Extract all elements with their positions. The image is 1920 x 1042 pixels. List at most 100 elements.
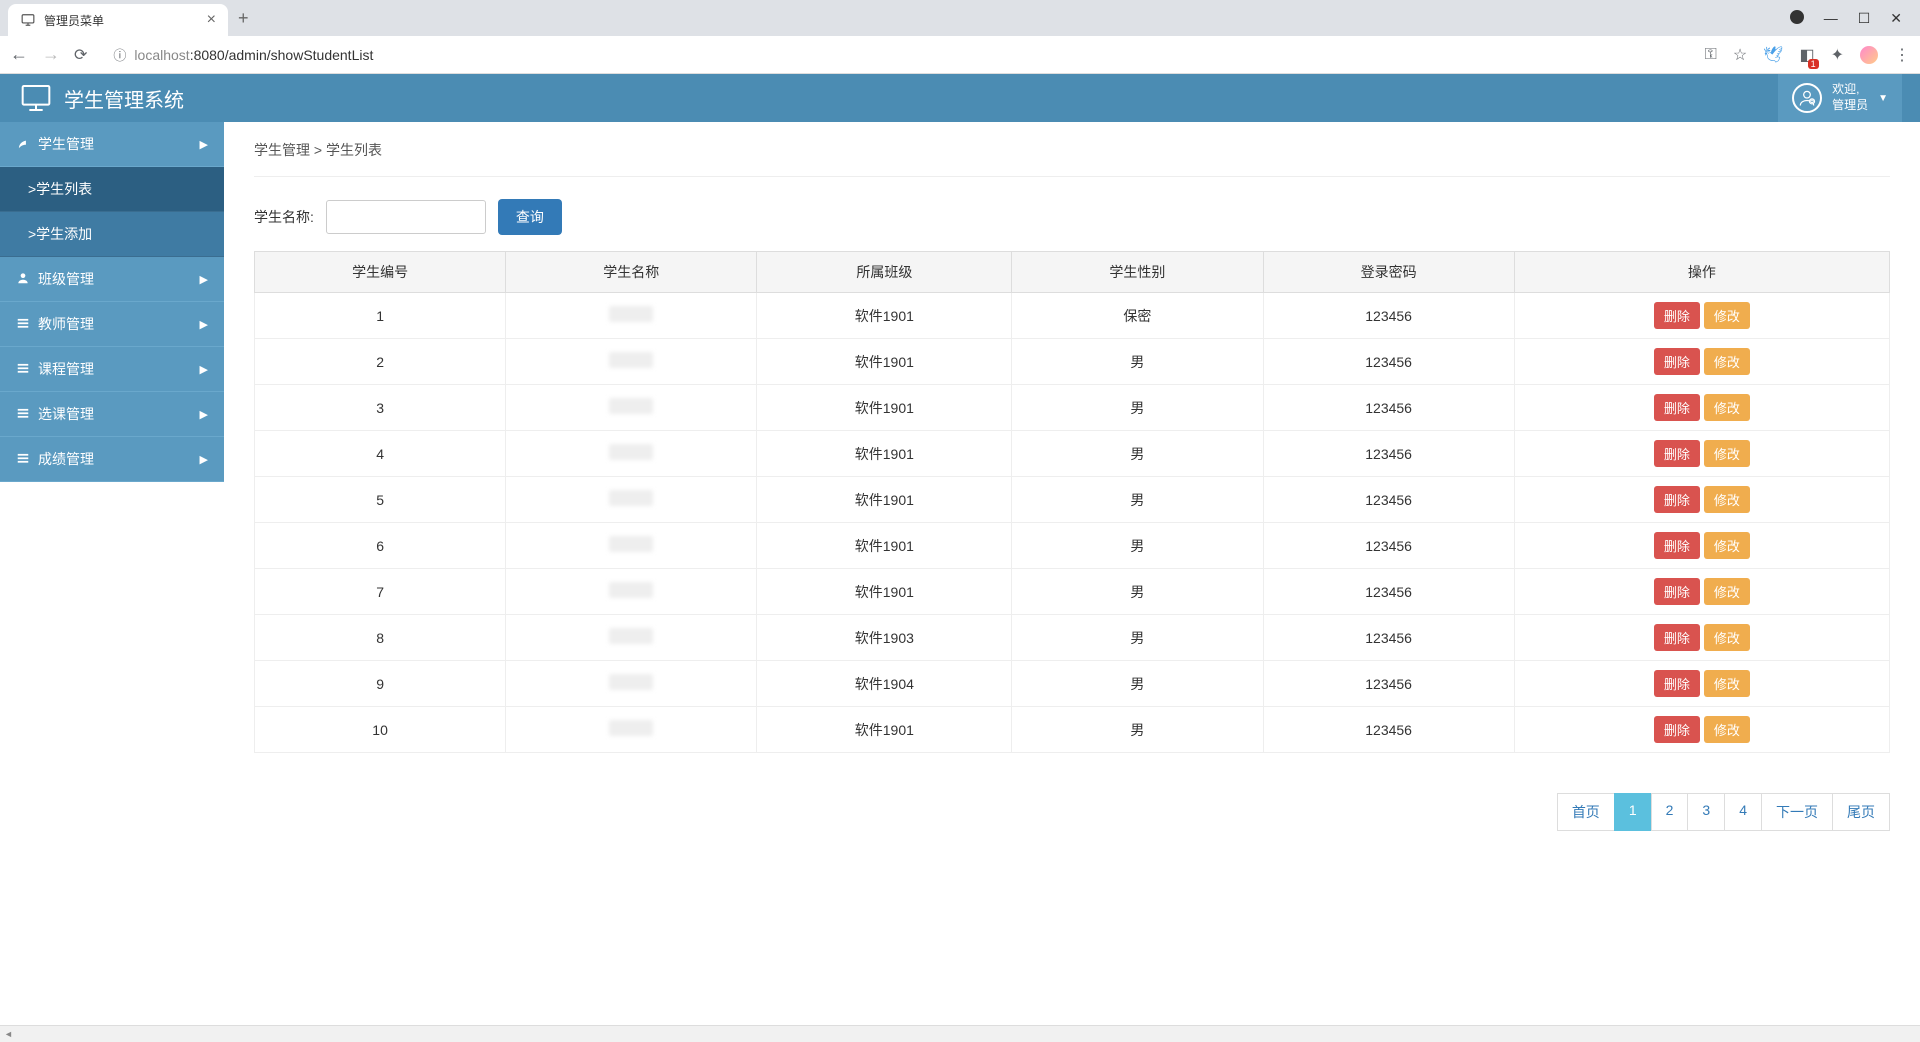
- cell-ops: 删除修改: [1514, 431, 1889, 477]
- delete-button[interactable]: 删除: [1654, 302, 1700, 329]
- edit-button[interactable]: 修改: [1704, 440, 1750, 467]
- cell-name: [506, 431, 757, 477]
- page-2[interactable]: 2: [1651, 793, 1689, 831]
- bird-ext-icon[interactable]: 🕊: [1763, 45, 1783, 65]
- search-button[interactable]: 查询: [498, 199, 562, 235]
- cell-id: 6: [255, 523, 506, 569]
- delete-button[interactable]: 删除: [1654, 486, 1700, 513]
- sidebar-group-label: 选课管理: [38, 404, 94, 424]
- cell-ops: 删除修改: [1514, 569, 1889, 615]
- url-bar[interactable]: ⓘ localhost:8080/admin/showStudentList: [101, 41, 1690, 69]
- edit-button[interactable]: 修改: [1704, 670, 1750, 697]
- delete-button[interactable]: 删除: [1654, 348, 1700, 375]
- sidebar-group-label: 课程管理: [38, 359, 94, 379]
- cell-ops: 删除修改: [1514, 523, 1889, 569]
- forward-button[interactable]: →: [42, 44, 60, 65]
- cell-gender: 保密: [1012, 293, 1263, 339]
- sidebar-group-1[interactable]: 班级管理▶: [0, 257, 224, 302]
- browser-tab[interactable]: 管理员菜单 ×: [8, 4, 228, 36]
- chevron-right-icon: ▶: [200, 138, 208, 151]
- cell-ops: 删除修改: [1514, 661, 1889, 707]
- sidebar: 学生管理▶>学生列表>学生添加班级管理▶教师管理▶课程管理▶选课管理▶成绩管理▶: [0, 122, 224, 861]
- delete-button[interactable]: 删除: [1654, 532, 1700, 559]
- cell-name: [506, 661, 757, 707]
- reload-button[interactable]: ⟳: [74, 45, 87, 65]
- page-next[interactable]: 下一页: [1761, 793, 1833, 831]
- tab-close-icon[interactable]: ×: [207, 11, 216, 29]
- table-row: 9软件1904男123456删除修改: [255, 661, 1890, 707]
- search-label: 学生名称:: [254, 207, 314, 227]
- profile-icon[interactable]: [1860, 46, 1878, 64]
- cell-class: 软件1904: [757, 661, 1012, 707]
- sidebar-group-3[interactable]: 课程管理▶: [0, 347, 224, 392]
- cell-gender: 男: [1012, 615, 1263, 661]
- edit-button[interactable]: 修改: [1704, 302, 1750, 329]
- page-last[interactable]: 尾页: [1832, 793, 1890, 831]
- cell-id: 2: [255, 339, 506, 385]
- delete-button[interactable]: 删除: [1654, 578, 1700, 605]
- cell-id: 3: [255, 385, 506, 431]
- edit-button[interactable]: 修改: [1704, 394, 1750, 421]
- cell-ops: 删除修改: [1514, 385, 1889, 431]
- cell-class: 软件1901: [757, 477, 1012, 523]
- monitor-icon: [18, 82, 54, 114]
- user-menu[interactable]: 欢迎, 管理员 ▼: [1778, 74, 1902, 122]
- delete-button[interactable]: 删除: [1654, 670, 1700, 697]
- edit-button[interactable]: 修改: [1704, 532, 1750, 559]
- sidebar-sub-1[interactable]: >学生添加: [0, 212, 224, 257]
- cell-password: 123456: [1263, 339, 1514, 385]
- table-row: 4软件1901男123456删除修改: [255, 431, 1890, 477]
- page-3[interactable]: 3: [1687, 793, 1725, 831]
- page-first[interactable]: 首页: [1557, 793, 1615, 831]
- table-header-2: 所属班级: [757, 252, 1012, 293]
- horizontal-scrollbar[interactable]: [0, 1025, 1920, 1042]
- site-info-icon[interactable]: ⓘ: [113, 45, 126, 64]
- sidebar-group-2[interactable]: 教师管理▶: [0, 302, 224, 347]
- sidebar-group-label: 成绩管理: [38, 449, 94, 469]
- edit-button[interactable]: 修改: [1704, 348, 1750, 375]
- page-4[interactable]: 4: [1724, 793, 1762, 831]
- menu-icon[interactable]: ⋮: [1894, 45, 1910, 65]
- key-icon[interactable]: ⚿: [1705, 46, 1717, 64]
- sidebar-group-label: 教师管理: [38, 314, 94, 334]
- back-button[interactable]: ←: [10, 44, 28, 65]
- cell-class: 软件1901: [757, 385, 1012, 431]
- edit-button[interactable]: 修改: [1704, 716, 1750, 743]
- sidebar-group-0[interactable]: 学生管理▶: [0, 122, 224, 167]
- cell-password: 123456: [1263, 707, 1514, 753]
- cell-id: 8: [255, 615, 506, 661]
- delete-button[interactable]: 删除: [1654, 716, 1700, 743]
- cell-name: [506, 523, 757, 569]
- bookmark-icon[interactable]: ☆: [1733, 45, 1747, 65]
- close-window-button[interactable]: ✕: [1890, 10, 1902, 27]
- browser-toolbar: ← → ⟳ ⓘ localhost:8080/admin/showStudent…: [0, 36, 1920, 74]
- cell-password: 123456: [1263, 615, 1514, 661]
- cell-password: 123456: [1263, 431, 1514, 477]
- page-1[interactable]: 1: [1614, 793, 1652, 831]
- search-input[interactable]: [326, 200, 486, 234]
- student-table: 学生编号学生名称所属班级学生性别登录密码操作 1软件1901保密123456删除…: [254, 251, 1890, 753]
- sidebar-group-5[interactable]: 成绩管理▶: [0, 437, 224, 482]
- new-tab-button[interactable]: +: [238, 8, 249, 29]
- sidebar-sub-0[interactable]: >学生列表: [0, 167, 224, 212]
- cell-class: 软件1901: [757, 431, 1012, 477]
- chevron-right-icon: ▶: [200, 273, 208, 286]
- cell-gender: 男: [1012, 477, 1263, 523]
- app-title: 学生管理系统: [64, 84, 184, 113]
- delete-button[interactable]: 删除: [1654, 440, 1700, 467]
- list-icon: [16, 451, 30, 468]
- browser-chrome: 管理员菜单 × + — ☐ ✕ ← → ⟳ ⓘ localhost:8080/a…: [0, 0, 1920, 74]
- edit-button[interactable]: 修改: [1704, 486, 1750, 513]
- table-header-4: 登录密码: [1263, 252, 1514, 293]
- cell-password: 123456: [1263, 569, 1514, 615]
- maximize-button[interactable]: ☐: [1858, 10, 1871, 27]
- edit-button[interactable]: 修改: [1704, 624, 1750, 651]
- extensions-icon[interactable]: ✦: [1831, 45, 1844, 65]
- delete-button[interactable]: 删除: [1654, 624, 1700, 651]
- cell-name: [506, 293, 757, 339]
- minimize-button[interactable]: —: [1824, 10, 1838, 27]
- sidebar-group-4[interactable]: 选课管理▶: [0, 392, 224, 437]
- edit-button[interactable]: 修改: [1704, 578, 1750, 605]
- delete-button[interactable]: 删除: [1654, 394, 1700, 421]
- ext-icon[interactable]: ◧1: [1799, 45, 1814, 65]
